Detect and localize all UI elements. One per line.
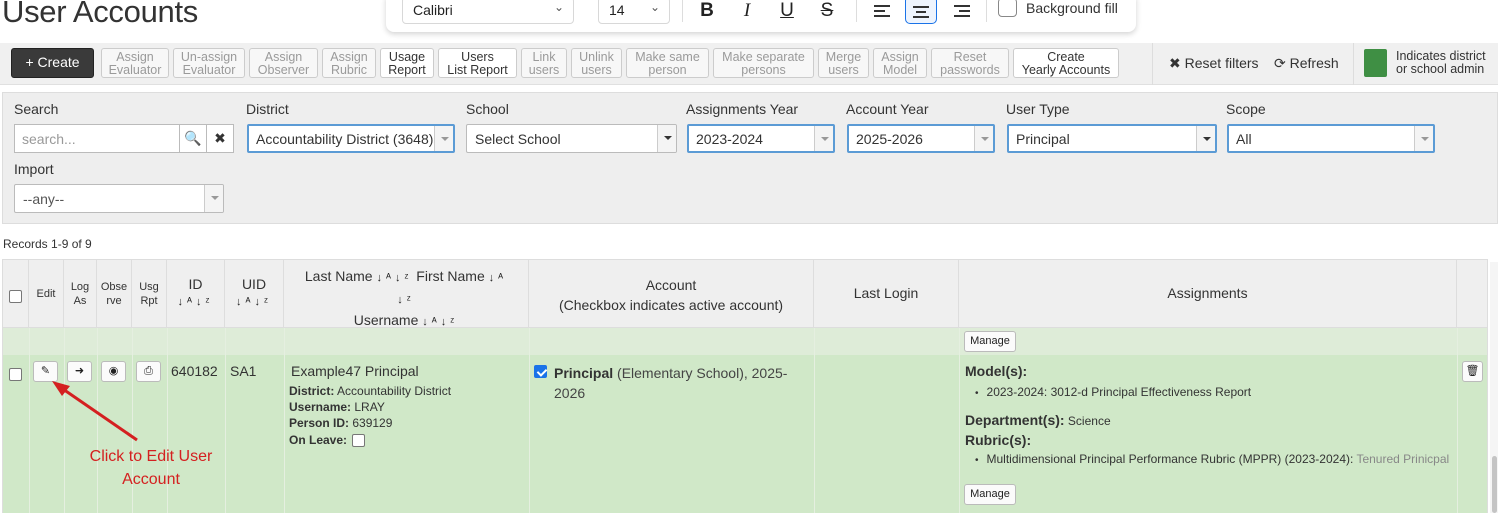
annotation-text: Click to Edit User Account: [89, 448, 213, 488]
scrollbar-thumb[interactable]: [1492, 456, 1497, 513]
annotation-arrow: [52, 381, 138, 442]
